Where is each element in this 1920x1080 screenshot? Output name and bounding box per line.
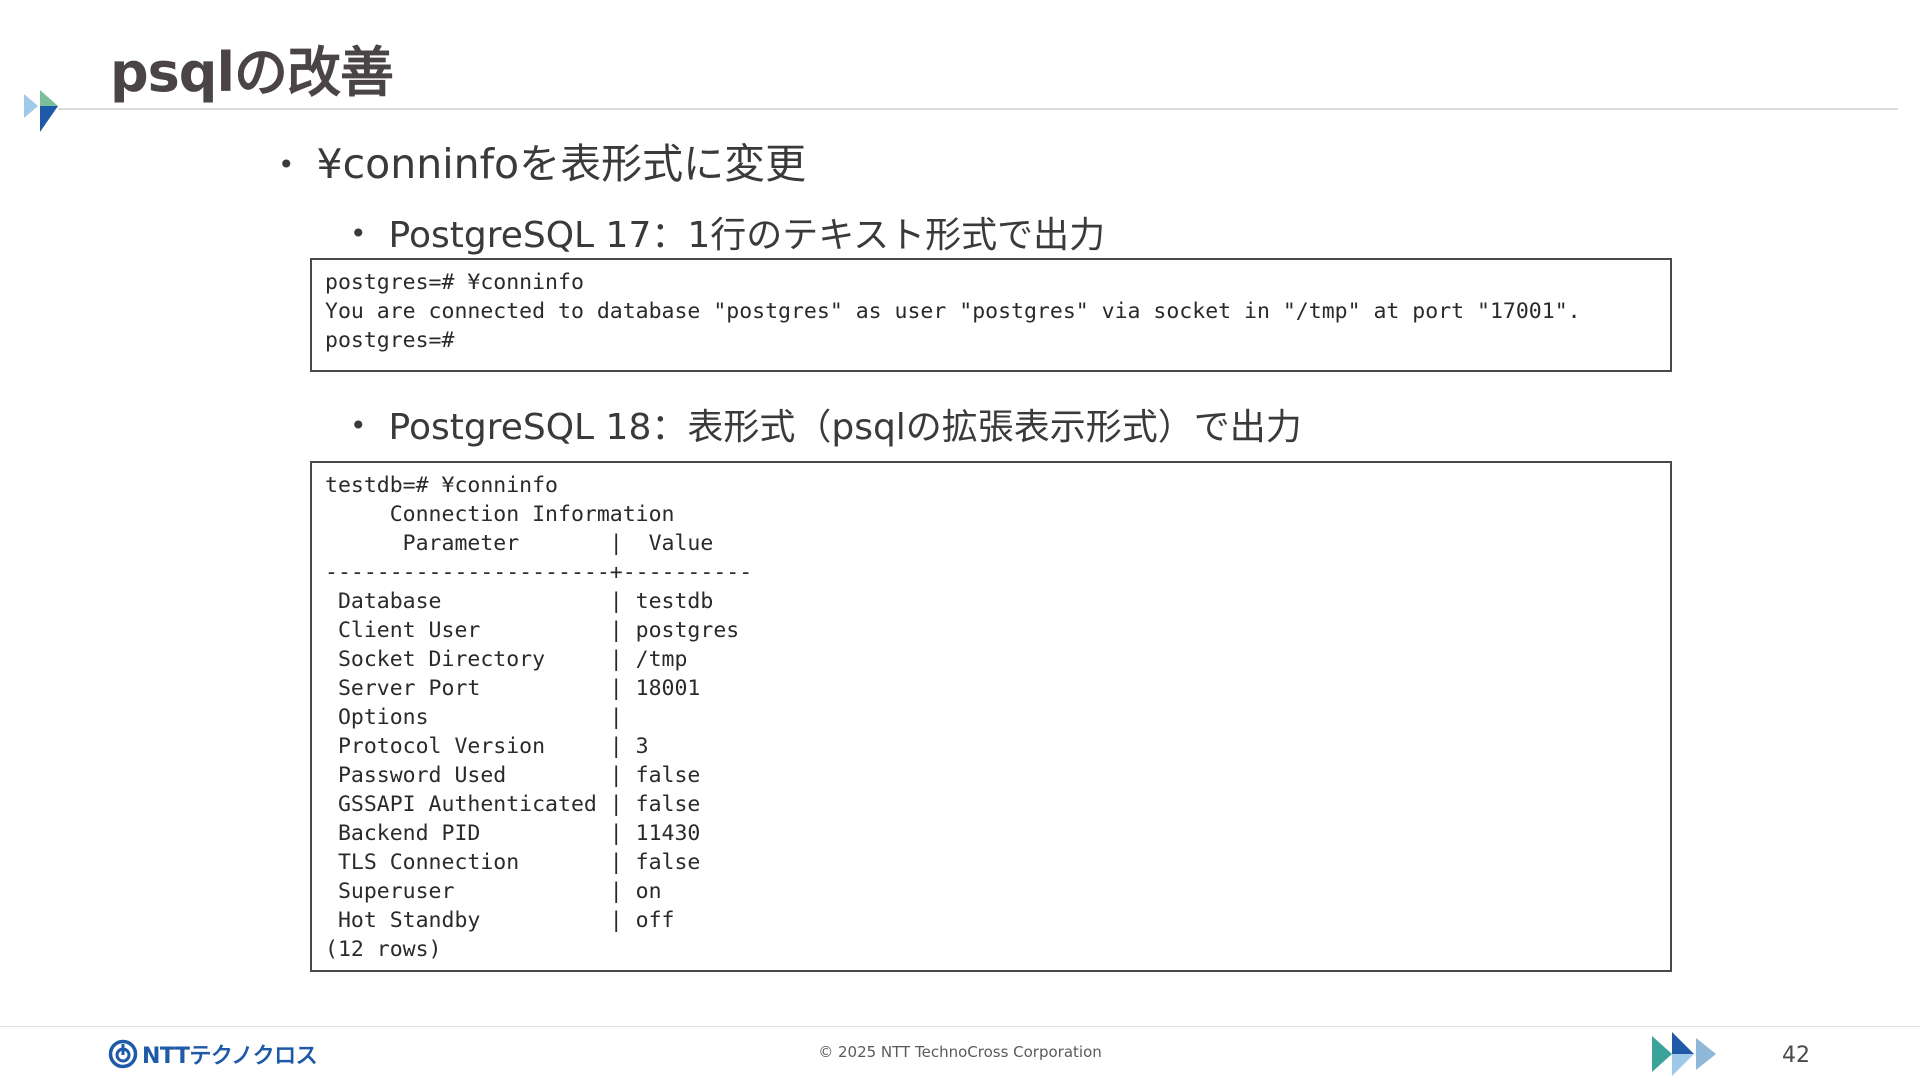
arrow-triangles-icon <box>24 90 58 132</box>
code-block-pg18: testdb=# ¥conninfo Connection Informatio… <box>310 461 1672 972</box>
bullet-pg18: • PostgreSQL 18：表形式（psqlの拡張表示形式）で出力 <box>350 398 1302 450</box>
page-number: 42 <box>1782 1043 1810 1068</box>
bullet-dot: • <box>350 217 367 250</box>
code-block-pg17: postgres=# ¥conninfo You are connected t… <box>310 258 1672 372</box>
slide: psqlの改善 • ¥conninfoを表形式に変更 • PostgreSQL 17… <box>0 0 1920 1080</box>
bullet-dot: • <box>350 409 367 442</box>
bullet-pg18-text: PostgreSQL 18：表形式（psqlの拡張表示形式）で出力 <box>388 407 1302 448</box>
code-text-pg18: testdb=# ¥conninfo Connection Informatio… <box>325 473 753 962</box>
copyright-text: © 2025 NTT TechnoCross Corporation <box>818 1043 1102 1061</box>
footer-divider <box>0 1026 1920 1027</box>
page-title: psqlの改善 <box>110 41 394 104</box>
bullet-dot: • <box>278 148 295 181</box>
bullet-pg17: • PostgreSQL 17：1行のテキスト形式で出力 <box>350 206 1105 258</box>
title-divider <box>58 108 1898 110</box>
bullet-main: • ¥conninfoを表形式に変更 <box>278 130 806 190</box>
triple-arrow-icon <box>1652 1032 1716 1076</box>
bullet-pg17-text: PostgreSQL 17：1行のテキスト形式で出力 <box>388 215 1106 256</box>
code-text-pg17: postgres=# ¥conninfo You are connected t… <box>325 270 1581 353</box>
bullet-main-text: ¥conninfoを表形式に変更 <box>316 140 807 188</box>
